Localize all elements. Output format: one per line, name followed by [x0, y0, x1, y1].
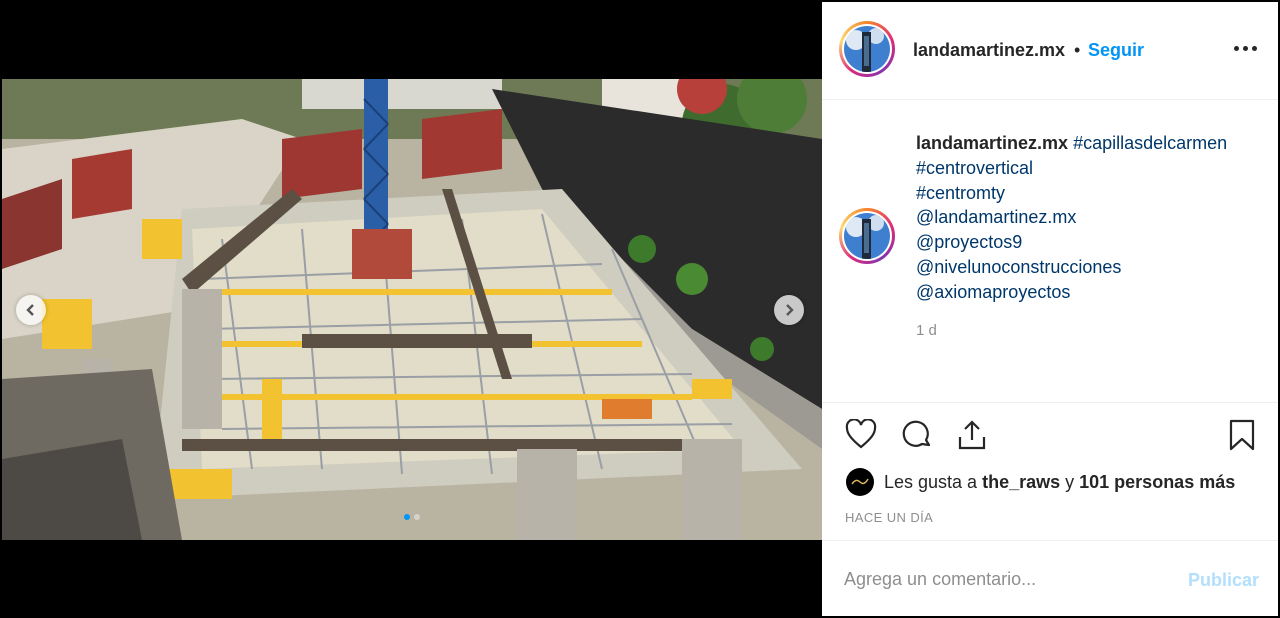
header-separator: •	[1074, 40, 1081, 60]
mention-link[interactable]: @axiomaproyectos	[916, 280, 1266, 305]
post-sidebar: landamartinez.mx • Seguir landamartinez.…	[822, 2, 1278, 616]
caption-timestamp[interactable]: 1 d	[916, 322, 937, 339]
publish-button[interactable]: Publicar	[1188, 570, 1259, 591]
caption-username-link[interactable]: landamartinez.mx	[916, 133, 1068, 153]
post-actions	[822, 403, 1278, 465]
bookmark-icon[interactable]	[1228, 419, 1256, 451]
chevron-right-icon	[786, 304, 794, 316]
likes-count-link[interactable]: 101 personas más	[1079, 472, 1235, 492]
post-header: landamartinez.mx • Seguir	[822, 2, 1278, 100]
chevron-left-icon	[26, 304, 34, 316]
author-username-link[interactable]: landamartinez.mx	[913, 40, 1065, 61]
carousel-prev-button[interactable]	[16, 295, 46, 325]
comment-icon[interactable]	[901, 419, 933, 451]
more-options-icon[interactable]	[1234, 46, 1257, 51]
heart-icon[interactable]	[845, 419, 877, 449]
likes-prefix: Les gusta a	[884, 471, 983, 492]
likes-text: Les gusta a the_raws y 101 personas más	[884, 472, 1235, 493]
caption-author-avatar[interactable]	[839, 208, 895, 264]
mention-link[interactable]: @niveluno­construcciones	[916, 255, 1266, 280]
liker-username-link[interactable]: the_raws	[982, 472, 1060, 492]
mention-link[interactable]: @landamartinez.mx	[916, 205, 1266, 230]
instagram-post-modal: landamartinez.mx • Seguir landamartinez.…	[0, 0, 1280, 618]
carousel-next-button[interactable]	[774, 295, 804, 325]
carousel-indicator	[2, 514, 822, 520]
post-caption: landamartinez.mx #capillasdelcarmen #cen…	[916, 131, 1266, 305]
carousel-dot-active	[404, 514, 410, 520]
likes-middle: y	[1060, 471, 1080, 492]
post-photo[interactable]	[2, 79, 822, 540]
hashtag-link[interactable]: #centrovertical	[916, 156, 1266, 181]
liker-avatar[interactable]	[846, 468, 874, 496]
add-comment-bar: Publicar	[822, 540, 1278, 617]
hashtag-link[interactable]: #centromty	[916, 181, 1266, 206]
comment-input[interactable]	[844, 569, 1164, 590]
post-media	[2, 2, 822, 616]
carousel-dot	[414, 514, 420, 520]
hashtag-link[interactable]: #capillasdelcarmen	[1073, 133, 1227, 153]
follow-button[interactable]: Seguir	[1088, 40, 1144, 61]
post-timestamp[interactable]: HACE UN DÍA	[845, 510, 933, 525]
mention-link[interactable]: @proyectos9	[916, 230, 1266, 255]
share-icon[interactable]	[956, 419, 988, 451]
author-avatar[interactable]	[839, 21, 895, 77]
likes-summary: Les gusta a the_raws y 101 personas más	[846, 468, 1235, 496]
comments-section: landamartinez.mx #capillasdelcarmen #cen…	[822, 100, 1278, 403]
